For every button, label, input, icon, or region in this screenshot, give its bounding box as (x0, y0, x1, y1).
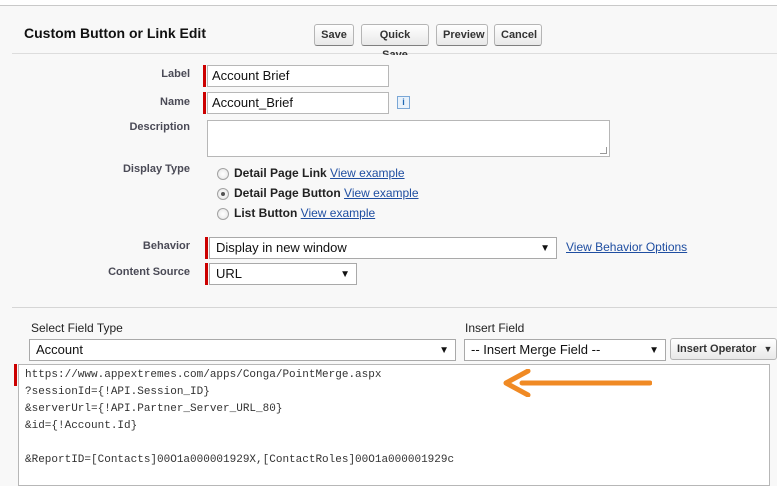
behavior-label: Behavior (142, 240, 190, 252)
behavior-value: Display in new window (216, 240, 347, 255)
view-example-link[interactable]: View example (330, 166, 404, 180)
edit-page: Custom Button or Link Edit Save Quick Sa… (0, 0, 777, 486)
list-button-option: List Button View example (234, 206, 375, 220)
name-input[interactable]: Account_Brief (207, 92, 389, 114)
chevron-down-icon: ▼ (439, 345, 449, 356)
required-indicator (14, 364, 17, 386)
view-example-link[interactable]: View example (344, 186, 418, 200)
view-behavior-options-link[interactable]: View Behavior Options (566, 240, 687, 254)
detail-page-button-option: Detail Page Button View example (234, 186, 419, 200)
detail-page-button-radio[interactable] (217, 188, 229, 200)
formula-line: ?sessionId={!API.Session_ID} (25, 386, 210, 398)
save-button[interactable]: Save (314, 24, 354, 46)
formula-line: https://www.appextremes.com/apps/Conga/P… (25, 369, 382, 381)
preview-button[interactable]: Preview (436, 24, 488, 46)
insert-merge-field-select[interactable]: -- Insert Merge Field -- ▼ (464, 339, 666, 361)
behavior-select[interactable]: Display in new window ▼ (209, 237, 557, 259)
option-text: Detail Page Button (234, 186, 341, 200)
chevron-down-icon: ▼ (340, 269, 350, 280)
page-header: Custom Button or Link Edit Save Quick Sa… (12, 12, 777, 61)
chevron-down-icon: ▼ (649, 345, 659, 356)
label-field-label: Label (161, 68, 190, 80)
page-title: Custom Button or Link Edit (24, 25, 206, 41)
top-divider (0, 0, 777, 6)
select-field-type-label: Select Field Type (31, 321, 123, 335)
description-textarea[interactable] (207, 120, 610, 157)
formula-line: &id={!Account.Id} (25, 420, 138, 432)
annotation-arrow-icon (503, 369, 652, 397)
insert-field-value: -- Insert Merge Field -- (471, 342, 601, 357)
insert-field-label: Insert Field (465, 321, 525, 335)
required-indicator (203, 65, 206, 87)
chevron-down-icon: ▼ (540, 243, 550, 254)
list-button-radio[interactable] (217, 208, 229, 220)
formula-textarea[interactable]: https://www.appextremes.com/apps/Conga/P… (18, 364, 770, 486)
view-example-link[interactable]: View example (301, 206, 375, 220)
info-icon[interactable]: i (397, 96, 410, 109)
description-field-label: Description (129, 121, 190, 133)
option-text: List Button (234, 206, 298, 220)
detail-page-link-radio[interactable] (217, 168, 229, 180)
field-type-value: Account (36, 342, 83, 357)
insert-operator-button[interactable]: Insert Operator ▼ (670, 338, 777, 360)
cancel-button[interactable]: Cancel (494, 24, 542, 46)
chevron-down-icon: ▼ (763, 344, 773, 354)
detail-page-link-option: Detail Page Link View example (234, 166, 405, 180)
required-indicator (205, 237, 208, 259)
content-source-select[interactable]: URL ▼ (209, 263, 357, 285)
required-indicator (205, 263, 208, 285)
name-field-label: Name (160, 96, 190, 108)
formula-line: &serverUrl={!API.Partner_Server_URL_80} (25, 403, 283, 415)
insert-operator-label: Insert Operator (677, 343, 757, 355)
resize-grip-icon[interactable] (600, 147, 607, 154)
formula-line: &ReportID=[Contacts]00O1a000001929X,[Con… (25, 454, 455, 466)
quick-save-button[interactable]: Quick Save (361, 24, 429, 61)
option-text: Detail Page Link (234, 166, 327, 180)
display-type-label: Display Type (122, 163, 190, 175)
content-source-label: Content Source (108, 266, 190, 278)
required-indicator (203, 92, 206, 114)
label-input[interactable]: Account Brief (207, 65, 389, 87)
field-type-select[interactable]: Account ▼ (29, 339, 456, 361)
content-source-value: URL (216, 266, 243, 281)
